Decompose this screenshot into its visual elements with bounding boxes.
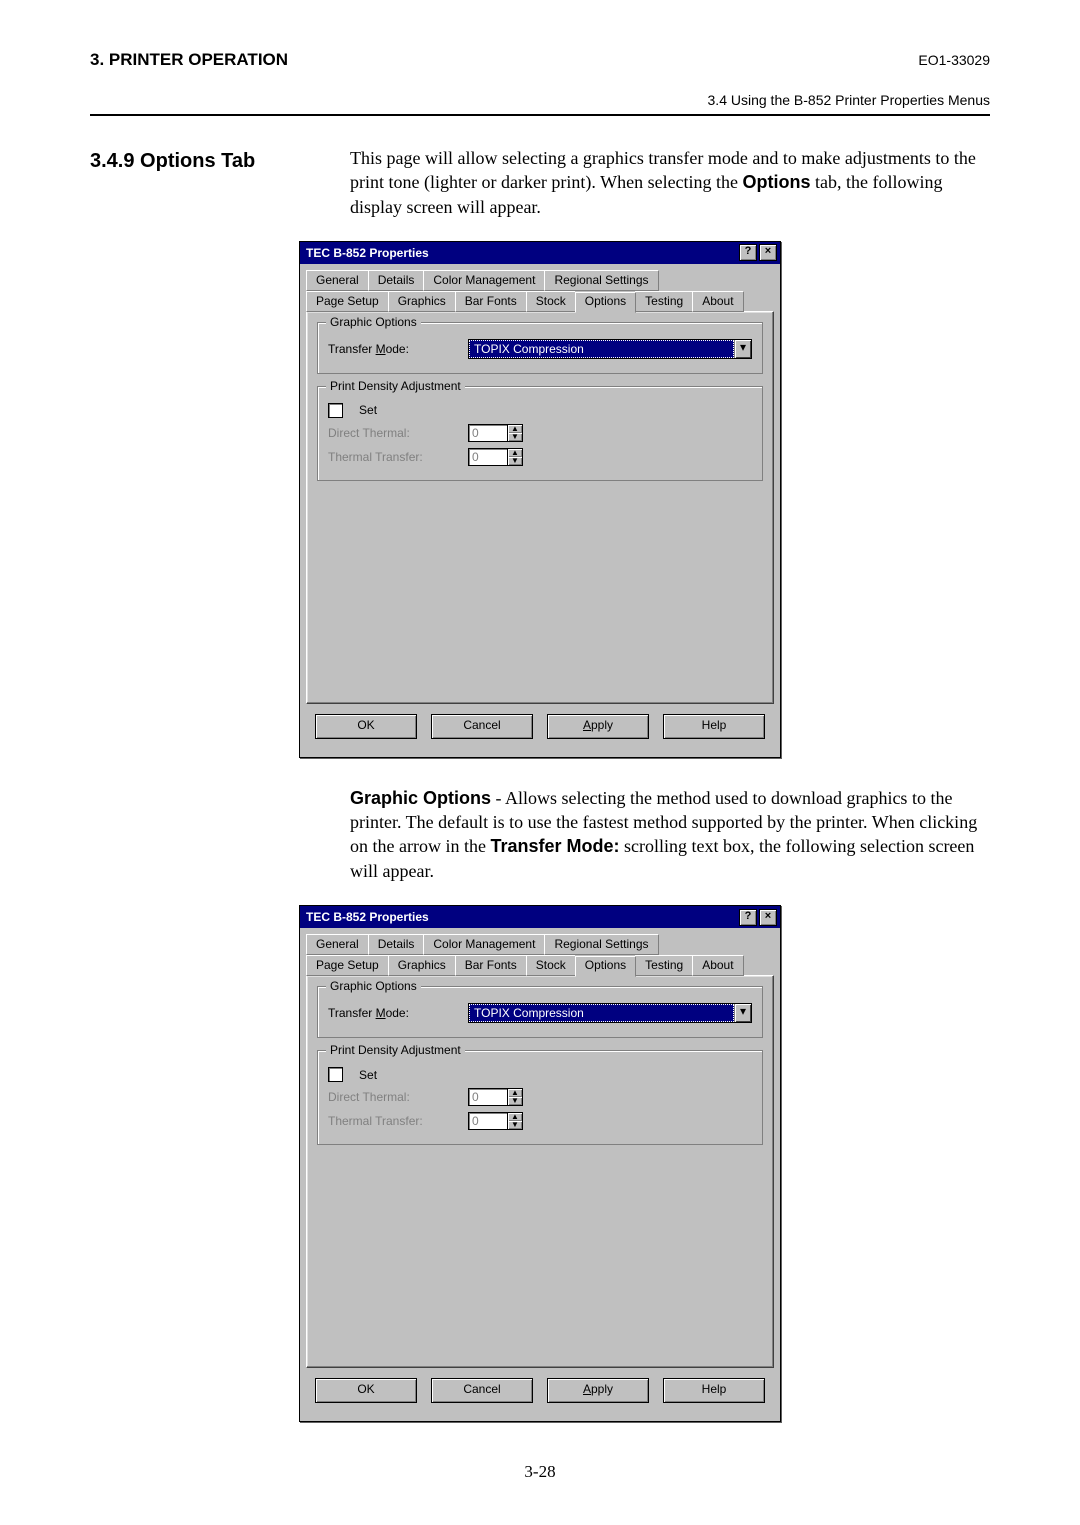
- transfer-mode-label: Transfer Mode:: [328, 1006, 458, 1020]
- titlebar-help-button[interactable]: ?: [739, 244, 757, 261]
- tab-about[interactable]: About: [692, 291, 743, 312]
- tab-page-setup[interactable]: Page Setup: [306, 291, 389, 312]
- tab-color-management[interactable]: Color Management: [423, 934, 545, 955]
- transfer-mode-mnemonic: M: [376, 342, 386, 356]
- group-graphic-options: Graphic Options Transfer Mode: TOPIX Com…: [317, 986, 763, 1038]
- direct-thermal-label: Direct Thermal:: [328, 426, 458, 440]
- tab-bar-fonts[interactable]: Bar Fonts: [455, 955, 527, 976]
- transfer-mode-dropdown[interactable]: TOPIX Compression ▾: [468, 1003, 752, 1023]
- properties-dialog-2: TEC B-852 Properties ? × General Details…: [299, 905, 781, 1422]
- apply-mnemonic: A: [583, 718, 591, 732]
- direct-thermal-value: 0: [468, 1088, 508, 1106]
- doc-header-chapter: 3. PRINTER OPERATION: [90, 50, 288, 70]
- transfer-mode-dropdown[interactable]: TOPIX Compression ▾: [468, 339, 752, 359]
- spin-down-icon[interactable]: ▼: [508, 457, 522, 465]
- tab-options[interactable]: Options: [575, 292, 636, 313]
- set-checkbox[interactable]: [328, 403, 343, 418]
- doc-subheader: 3.4 Using the B-852 Printer Properties M…: [90, 92, 990, 108]
- intro-text-bold: Options: [743, 172, 811, 192]
- direct-thermal-value: 0: [468, 424, 508, 442]
- spin-down-icon[interactable]: ▼: [508, 1121, 522, 1129]
- set-mnemonic: S: [359, 1068, 367, 1082]
- tab-graphics[interactable]: Graphics: [388, 955, 456, 976]
- tab-stock[interactable]: Stock: [526, 955, 576, 976]
- tab-page-setup[interactable]: Page Setup: [306, 955, 389, 976]
- transfer-mode-label: Transfer Mode:: [328, 342, 458, 356]
- page-number: 3-28: [90, 1462, 990, 1482]
- direct-thermal-label: Direct Thermal:: [328, 1090, 458, 1104]
- tab-general[interactable]: General: [306, 270, 369, 291]
- cancel-button[interactable]: Cancel: [431, 714, 533, 739]
- thermal-transfer-spinner[interactable]: 0 ▲ ▼: [468, 448, 523, 466]
- set-mnemonic: S: [359, 403, 367, 417]
- thermal-transfer-value: 0: [468, 448, 508, 466]
- thermal-transfer-spinner[interactable]: 0 ▲ ▼: [468, 1112, 523, 1130]
- set-checkbox[interactable]: [328, 1067, 343, 1082]
- direct-thermal-spinner[interactable]: 0 ▲ ▼: [468, 424, 523, 442]
- dialog-titlebar: TEC B-852 Properties ? ×: [300, 906, 780, 928]
- direct-thermal-spinner[interactable]: 0 ▲ ▼: [468, 1088, 523, 1106]
- intro-paragraph: This page will allow selecting a graphic…: [350, 146, 990, 219]
- group-print-density-legend: Print Density Adjustment: [326, 379, 465, 393]
- thermal-transfer-label: Thermal Transfer:: [328, 1114, 458, 1128]
- ok-button[interactable]: OK: [315, 714, 417, 739]
- section-heading: 3.4.9 Options Tab: [90, 150, 320, 173]
- tab-regional-settings[interactable]: Regional Settings: [544, 934, 658, 955]
- tab-about[interactable]: About: [692, 955, 743, 976]
- group-print-density-legend: Print Density Adjustment: [326, 1043, 465, 1057]
- tab-panel-options: Graphic Options Transfer Mode: TOPIX Com…: [306, 975, 774, 1368]
- tab-testing[interactable]: Testing: [635, 291, 693, 312]
- tab-regional-settings[interactable]: Regional Settings: [544, 270, 658, 291]
- tab-details[interactable]: Details: [368, 934, 425, 955]
- doc-header-code: EO1-33029: [918, 52, 990, 68]
- help-button[interactable]: Help: [663, 1378, 765, 1403]
- tab-general[interactable]: General: [306, 934, 369, 955]
- apply-button[interactable]: Apply: [547, 1378, 649, 1403]
- group-graphic-options-legend: Graphic Options: [326, 979, 421, 993]
- cancel-button[interactable]: Cancel: [431, 1378, 533, 1403]
- spin-down-icon[interactable]: ▼: [508, 1097, 522, 1105]
- tab-panel-options: Graphic Options Transfer Mode: TOPIX Com…: [306, 311, 774, 704]
- tab-details[interactable]: Details: [368, 270, 425, 291]
- tab-stock[interactable]: Stock: [526, 291, 576, 312]
- tab-testing[interactable]: Testing: [635, 955, 693, 976]
- help-button[interactable]: Help: [663, 714, 765, 739]
- dropdown-arrow-icon[interactable]: ▾: [734, 1004, 751, 1022]
- apply-mnemonic: A: [583, 1382, 591, 1396]
- titlebar-help-button[interactable]: ?: [739, 909, 757, 926]
- apply-button[interactable]: Apply: [547, 714, 649, 739]
- thermal-transfer-value: 0: [468, 1112, 508, 1130]
- tab-color-management[interactable]: Color Management: [423, 270, 545, 291]
- group-print-density: Print Density Adjustment Set Direct Ther…: [317, 386, 763, 481]
- transfer-mode-value: TOPIX Compression: [469, 1004, 734, 1022]
- properties-dialog-1: TEC B-852 Properties ? × General Details…: [299, 241, 781, 758]
- mid-paragraph: Graphic Options - Allows selecting the m…: [350, 786, 990, 883]
- tab-graphics[interactable]: Graphics: [388, 291, 456, 312]
- tab-bar-fonts[interactable]: Bar Fonts: [455, 291, 527, 312]
- dialog-title: TEC B-852 Properties: [306, 910, 429, 924]
- ok-button[interactable]: OK: [315, 1378, 417, 1403]
- set-label: Set: [359, 1068, 377, 1082]
- group-graphic-options: Graphic Options Transfer Mode: TOPIX Com…: [317, 322, 763, 374]
- mid-bold-a: Graphic Options: [350, 788, 491, 808]
- dialog-title: TEC B-852 Properties: [306, 246, 429, 260]
- group-graphic-options-legend: Graphic Options: [326, 315, 421, 329]
- tab-options[interactable]: Options: [575, 956, 636, 977]
- transfer-mode-mnemonic: M: [376, 1006, 386, 1020]
- spin-down-icon[interactable]: ▼: [508, 433, 522, 441]
- mid-bold-b: Transfer Mode:: [490, 836, 619, 856]
- titlebar-close-button[interactable]: ×: [759, 244, 777, 261]
- group-print-density: Print Density Adjustment Set Direct Ther…: [317, 1050, 763, 1145]
- dialog-titlebar: TEC B-852 Properties ? ×: [300, 242, 780, 264]
- dropdown-arrow-icon[interactable]: ▾: [734, 340, 751, 358]
- header-rule: [90, 114, 990, 116]
- set-label: Set: [359, 403, 377, 417]
- thermal-transfer-label: Thermal Transfer:: [328, 450, 458, 464]
- titlebar-close-button[interactable]: ×: [759, 909, 777, 926]
- transfer-mode-value: TOPIX Compression: [469, 340, 734, 358]
